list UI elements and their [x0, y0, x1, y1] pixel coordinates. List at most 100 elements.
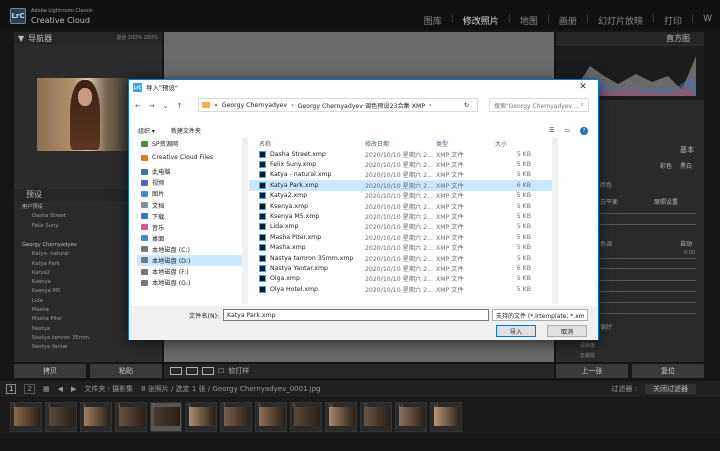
bw-treatment[interactable]: 黑白: [680, 161, 692, 170]
file-row[interactable]: Felix Suny.xmp 2020/10/10 星期六 2... XMP 文件 5…: [249, 159, 552, 169]
preset-item[interactable]: Katya2: [22, 269, 89, 278]
paste-button[interactable]: 粘贴: [90, 364, 162, 378]
auto-tone-button[interactable]: 自动: [680, 239, 692, 248]
nav-item[interactable]: 本地磁盘 (C:): [137, 244, 242, 255]
column-name[interactable]: 名称: [249, 139, 365, 148]
page-2[interactable]: 2: [24, 384, 35, 394]
grid-icon[interactable]: ▦: [43, 385, 50, 393]
back-icon[interactable]: ←: [135, 102, 141, 110]
filmstrip-thumbnail[interactable]: 11: [360, 402, 392, 432]
exposure-value[interactable]: 0.00: [684, 250, 695, 256]
file-row[interactable]: Nastya Yantar.xmp 2020/10/10 星期六 2... XMP …: [249, 263, 552, 273]
preset-item[interactable]: Nastya tamron 35mm: [22, 334, 89, 343]
address-bar[interactable]: « Georgy Chernyadyev › Georgy Chernyadye…: [198, 98, 478, 112]
forward-icon[interactable]: ▶: [71, 385, 76, 393]
module-web[interactable]: W: [703, 14, 712, 27]
preset-group-user[interactable]: 用户预设: [22, 203, 66, 212]
color-treatment[interactable]: 彩色: [660, 161, 672, 170]
preview-pane-icon[interactable]: ▭: [564, 127, 570, 135]
preset-item[interactable]: Katya- natural: [22, 250, 89, 259]
cancel-button[interactable]: 取消: [547, 325, 587, 337]
refresh-icon[interactable]: ↻: [464, 102, 469, 109]
file-row[interactable]: Masha Piter.xmp 2020/10/10 星期六 2... XMP 文件…: [249, 232, 552, 242]
page-1[interactable]: 1: [6, 384, 17, 394]
compare-view-icon[interactable]: [186, 367, 198, 375]
nav-item[interactable]: 音乐: [137, 222, 242, 233]
filmstrip-thumbnail[interactable]: 10: [325, 402, 357, 432]
help-icon[interactable]: ?: [580, 126, 588, 135]
module-library[interactable]: 图库: [424, 14, 442, 27]
module-print[interactable]: 打印: [664, 14, 682, 27]
filmstrip-thumbnail[interactable]: 13: [430, 402, 462, 432]
nav-item[interactable]: 图片: [137, 188, 242, 199]
nav-item[interactable]: SP资源网: [137, 138, 242, 149]
preset-item[interactable]: Nastya Yantar: [22, 343, 89, 352]
survey-view-icon[interactable]: [202, 367, 214, 375]
file-row[interactable]: Katya - natural.xmp 2020/10/10 星期六 2... XM…: [249, 170, 552, 180]
preset-item[interactable]: Dasha Street: [22, 212, 66, 221]
module-book[interactable]: 画册: [559, 14, 577, 27]
filmstrip-thumbnail[interactable]: 12: [395, 402, 427, 432]
filetype-select[interactable]: 支持的文件 (*.lrtemplate; *.xm: [492, 309, 588, 321]
navigator-zoom[interactable]: 适合 100% 200%: [116, 34, 158, 41]
chevron-down-icon[interactable]: ⌄: [163, 102, 169, 110]
filmstrip-thumbnail[interactable]: 5: [150, 402, 182, 432]
preset-item[interactable]: Masha: [22, 306, 89, 315]
filmstrip-thumbnail[interactable]: 6: [185, 402, 217, 432]
preset-item[interactable]: Masha Piter: [22, 315, 89, 324]
filename-input[interactable]: Katya Park.xmp: [223, 309, 489, 321]
nav-item[interactable]: 本地磁盘 (G:): [137, 277, 242, 288]
nav-item[interactable]: 本地磁盘 (F:): [137, 266, 242, 277]
new-folder-button[interactable]: 新建文件夹: [171, 126, 201, 135]
back-icon[interactable]: ◀: [58, 385, 63, 393]
file-row[interactable]: Ksenya.xmp 2020/10/10 星期六 2... XMP 文件 5 KB: [249, 201, 552, 211]
nav-item[interactable]: 桌面: [137, 233, 242, 244]
nav-scrollbar[interactable]: [242, 138, 248, 304]
file-row[interactable]: Katya Park.xmp 2020/10/10 星期六 2... XMP 文件 6…: [249, 180, 552, 191]
filmstrip-thumbnail[interactable]: 2: [45, 402, 77, 432]
filter-select[interactable]: 关闭过滤器: [645, 384, 696, 394]
nav-item[interactable]: 文档: [137, 199, 242, 210]
module-slideshow[interactable]: 幻灯片放映: [598, 14, 643, 27]
up-icon[interactable]: ↑: [177, 102, 183, 110]
histogram-header[interactable]: 直方图: [556, 32, 704, 44]
module-map[interactable]: 地图: [520, 14, 538, 27]
path-segment[interactable]: Georgy Chernyadyev 调色预设23合集 XMP: [298, 101, 426, 110]
filmstrip-thumbnail[interactable]: 9: [290, 402, 322, 432]
preset-group-georgy[interactable]: Georgy Chernyadyev: [22, 241, 89, 250]
nav-item[interactable]: 视频: [137, 177, 242, 188]
loupe-view-icon[interactable]: [170, 367, 182, 375]
file-row[interactable]: Dasha Street.xmp 2020/10/10 星期六 2... XMP 文…: [249, 149, 552, 159]
import-button[interactable]: 导入: [496, 325, 536, 337]
preset-item[interactable]: Felix Suny: [22, 222, 66, 231]
previous-button[interactable]: 上一张: [556, 364, 628, 378]
search-input[interactable]: 搜索"Georgy Chernyadyev ... ⌕: [489, 98, 589, 112]
file-row[interactable]: Olya Hotel.xmp 2020/10/10 星期六 2... XMP 文件 5…: [249, 284, 552, 294]
preset-item[interactable]: Ksenya M5: [22, 287, 89, 296]
filmstrip-thumbnail[interactable]: 8: [255, 402, 287, 432]
preset-item[interactable]: Lida: [22, 297, 89, 306]
view-menu-icon[interactable]: ☰: [549, 127, 554, 135]
filmstrip-source[interactable]: 文件夹 : 摄影集: [84, 384, 133, 394]
filmstrip-thumbnail[interactable]: 4: [115, 402, 147, 432]
filmstrip-thumbnail[interactable]: 3: [80, 402, 112, 432]
path-segment[interactable]: Georgy Chernyadyev: [222, 102, 287, 109]
file-row[interactable]: Lida.xmp 2020/10/10 星期六 2... XMP 文件 5 KB: [249, 222, 552, 232]
file-row[interactable]: Masha.xmp 2020/10/10 星期六 2... XMP 文件 5 KB: [249, 243, 552, 253]
copy-button[interactable]: 拷贝: [14, 364, 86, 378]
reset-button[interactable]: 复位: [632, 364, 704, 378]
file-row[interactable]: Olga.xmp 2020/10/10 星期六 2... XMP 文件 5 KB: [249, 274, 552, 284]
nav-item[interactable]: 本地磁盘 (D:): [137, 254, 242, 267]
file-list-scrollbar[interactable]: [552, 138, 558, 304]
preset-item[interactable]: Nastya: [22, 325, 89, 334]
organize-button[interactable]: 组织 ▾: [138, 126, 155, 135]
file-row[interactable]: Ksenya M5.xmp 2020/10/10 星期六 2... XMP 文件 5 …: [249, 211, 552, 221]
preset-item[interactable]: Ksenya: [22, 278, 89, 287]
nav-item[interactable]: 下载: [137, 211, 242, 222]
preset-item[interactable]: Katya Park: [22, 260, 89, 269]
nav-item[interactable]: Creative Cloud Files: [137, 152, 242, 163]
module-develop[interactable]: 修改照片: [463, 14, 499, 27]
forward-icon[interactable]: →: [149, 102, 155, 110]
filmstrip-thumbnail[interactable]: 1: [10, 402, 42, 432]
filmstrip-thumbnail[interactable]: 7: [220, 402, 252, 432]
